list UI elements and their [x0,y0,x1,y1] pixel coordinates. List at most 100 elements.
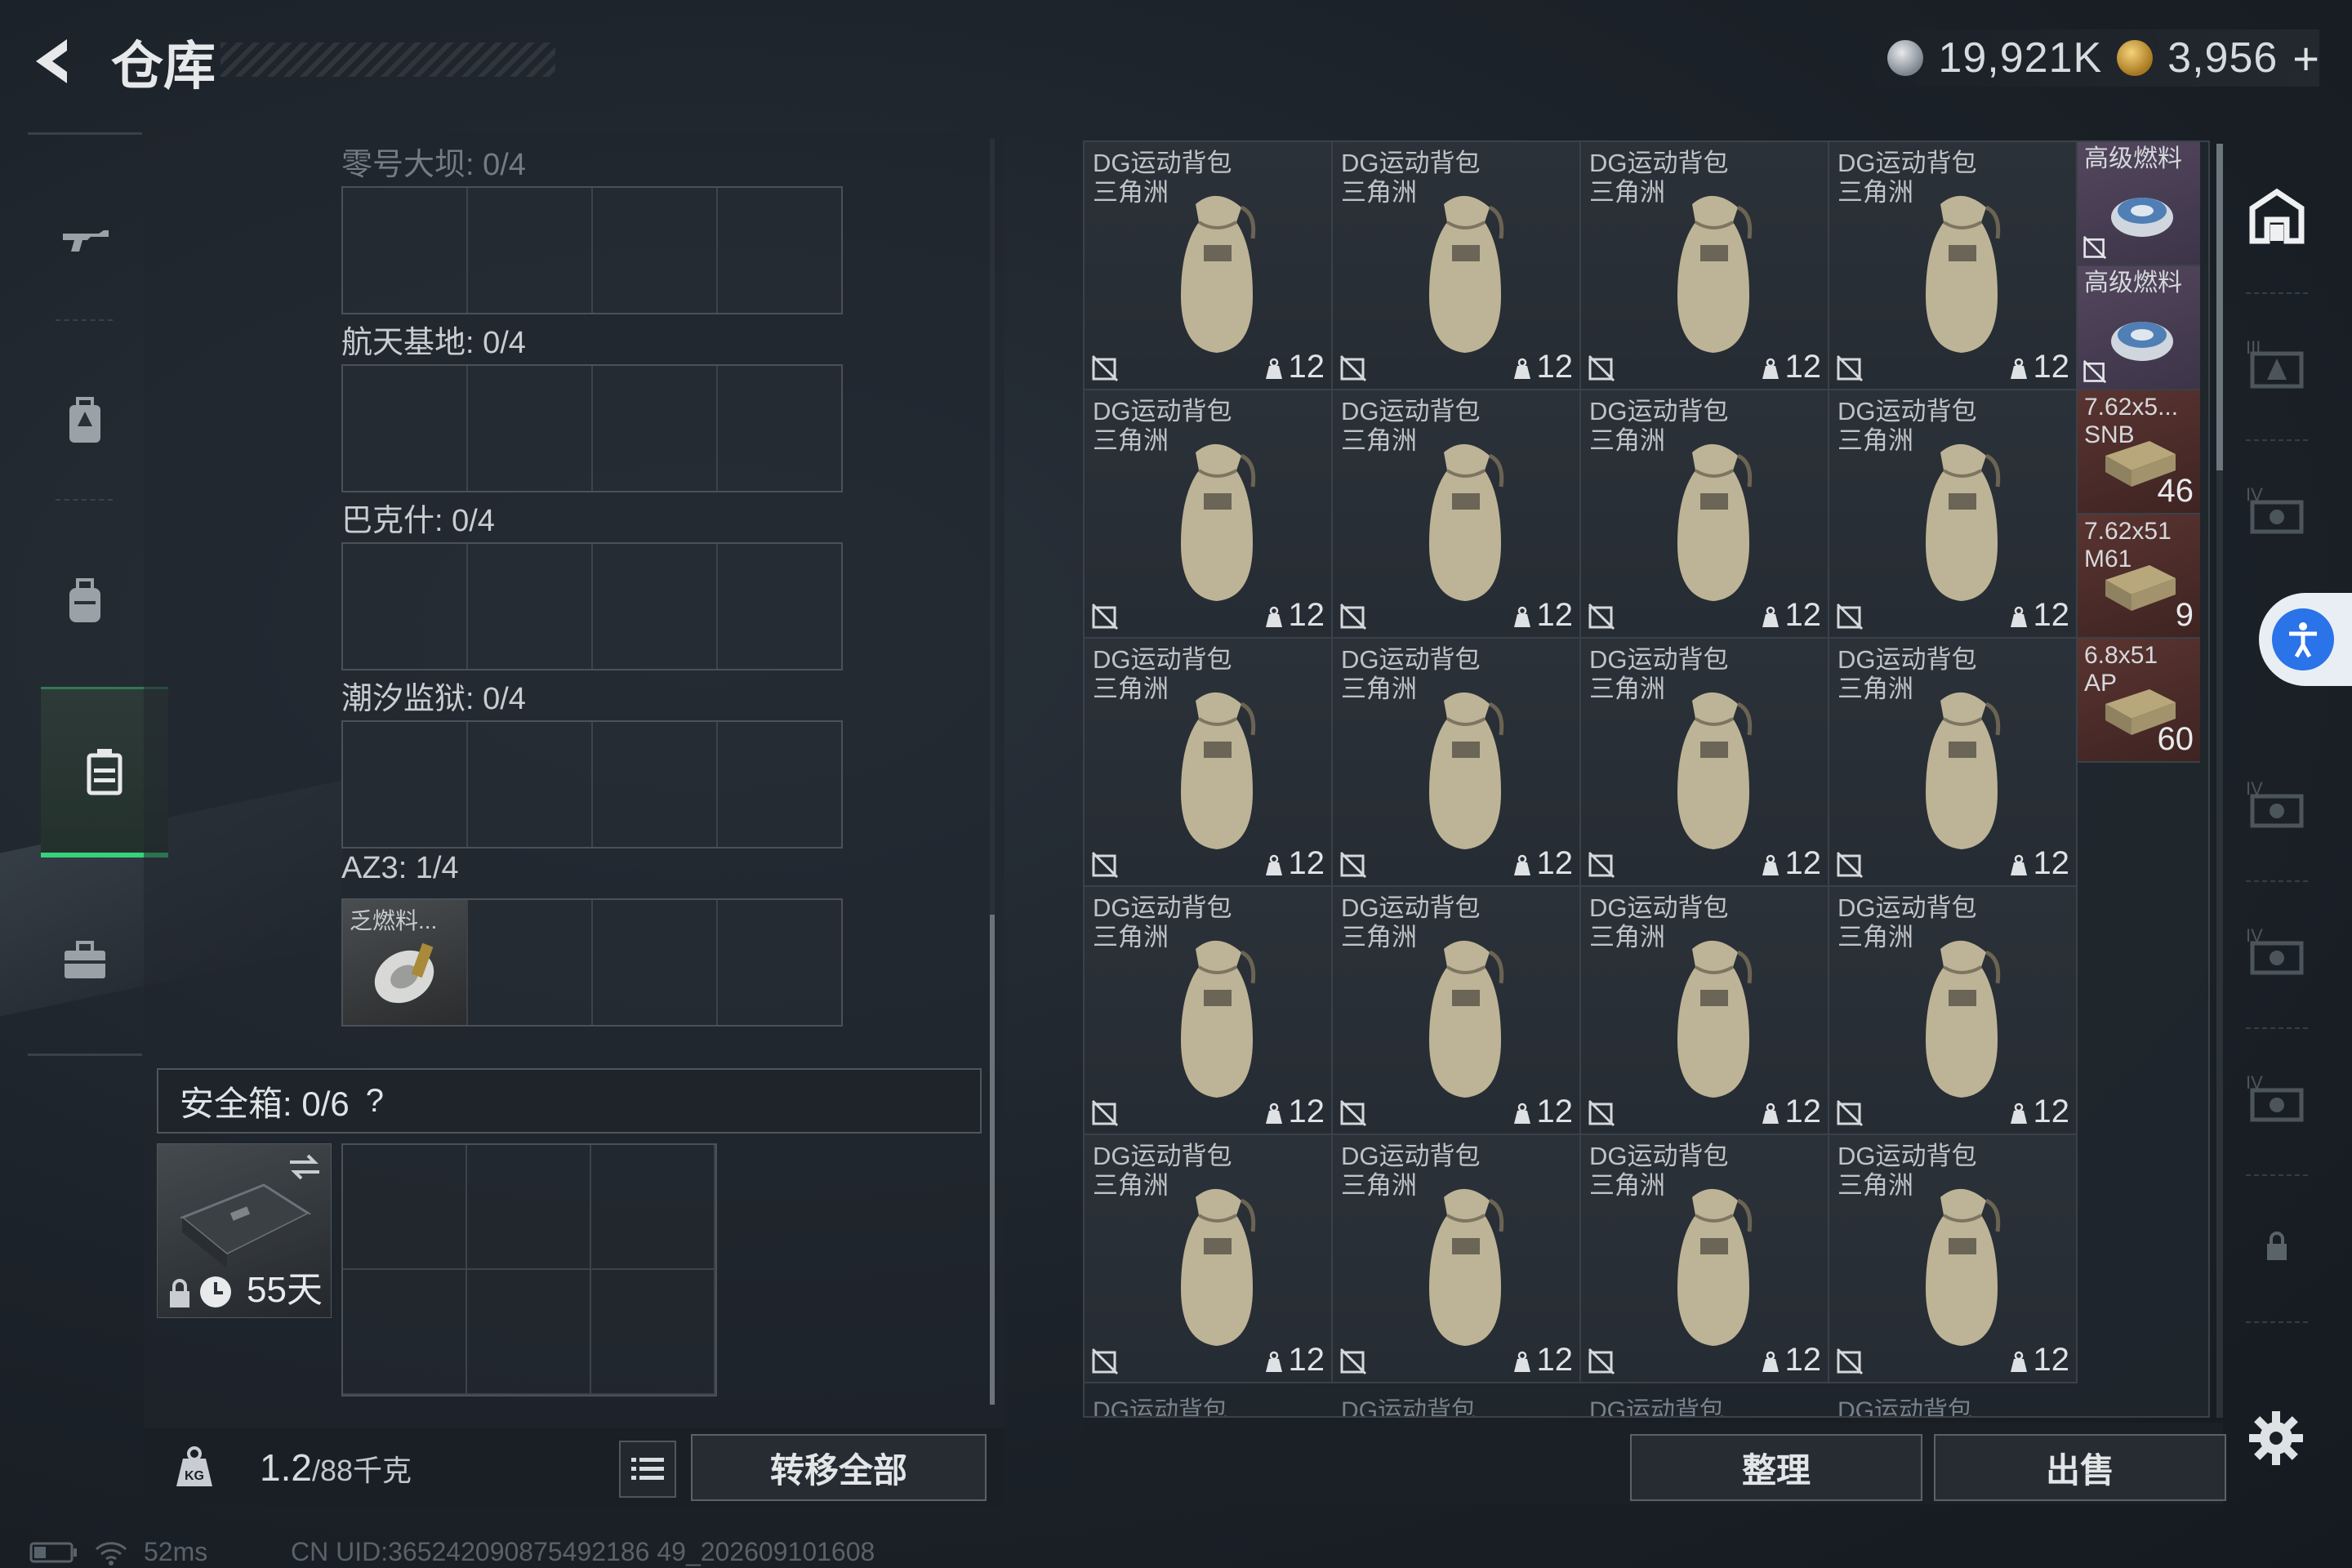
sidebar-item-armor[interactable] [28,339,142,502]
stash-item-backpack[interactable]: DG运动背包 三角洲 12 [1085,142,1333,390]
weight-small-icon [1513,854,1530,875]
key-slot[interactable] [343,188,468,313]
rail-item-stash[interactable] [2234,147,2319,286]
no-insure-icon [1588,1099,1615,1127]
stash-item-backpack[interactable]: DG运动背包 三角洲 12 [1085,1135,1333,1383]
stash-item-fuel[interactable]: 高级燃料 [2078,142,2200,266]
divider [2246,1321,2308,1323]
stash-item-backpack[interactable]: DG运动背包 三角洲 12 [1829,639,2078,887]
stash-item-backpack[interactable]: DG运动背包 三角洲 12 [1085,390,1333,639]
sort-button[interactable]: 整理 [1630,1434,1922,1501]
key-slot[interactable] [593,188,718,313]
rail-item-page-4[interactable]: IV [2234,441,2319,580]
accessibility-button[interactable] [2259,593,2352,686]
sidebar-item-briefcase[interactable] [28,878,142,1041]
key-slot[interactable] [718,188,841,313]
rail-item-page-7[interactable]: IV [2234,1029,2319,1168]
key-slot[interactable] [718,366,841,491]
stash-item-backpack[interactable]: DG运动背包 三角洲 12 [1085,639,1333,887]
sidebar-item-weapons[interactable] [28,159,142,323]
stash-item-fuel[interactable]: 高级燃料 [2078,266,2200,390]
duffel-bag-icon [1677,443,1753,601]
stash-item-ammo[interactable]: 7.62x5... SNB 46 [2078,390,2200,514]
key-slot[interactable] [593,900,718,1025]
spent-fuel-item[interactable]: 乏燃料... [343,900,468,1025]
safe-slot[interactable] [591,1270,715,1395]
stash-item-backpack[interactable]: DG运动背包 三角洲 12 [1085,887,1333,1135]
stash-item-backpack[interactable]: DG运动背包 三角洲 12 [1333,142,1581,390]
stash-item-backpack[interactable]: DG运动背包 三角洲 12 [1581,887,1829,1135]
stash-item-backpack[interactable]: DG运动背包 三角洲 12 [1581,639,1829,887]
item-name-line1: 高级燃料 [2084,145,2182,172]
gold-amount: 3,956 [2167,34,2278,82]
key-slot[interactable] [468,544,593,669]
stash-scrollbar-thumb[interactable] [2216,144,2223,470]
no-insure-icon [1588,851,1615,879]
item-count: 12 [1513,845,1573,882]
item-name-line2: 三角洲 [1838,1171,1913,1200]
safe-box-case[interactable]: 55天 [157,1143,332,1318]
left-sidebar [28,132,168,1056]
stash-home-icon [2249,188,2305,244]
key-slot[interactable] [593,544,718,669]
key-slot[interactable] [343,366,468,491]
rail-item-page-5[interactable]: IV [2234,735,2319,874]
stash-item-backpack[interactable]: DG运动背包 三角洲 12 [1333,390,1581,639]
stash-item-backpack[interactable]: DG运动背包 三角洲 12 [1333,887,1581,1135]
backpack-icon [69,578,100,622]
swap-icon[interactable] [287,1151,323,1183]
rail-item-locked[interactable] [2234,1176,2319,1315]
settings-gear-icon[interactable] [2247,1410,2305,1467]
key-slot[interactable] [718,544,841,669]
item-count-value: 12 [2033,1342,2070,1378]
scrollbar-thumb[interactable] [990,915,995,1405]
safe-slot[interactable] [591,1145,715,1270]
partial-row-item-name: DG运动背包 [1838,1397,1972,1418]
add-currency-button[interactable]: + [2292,32,2319,85]
stash-item-backpack[interactable]: DG运动背包 三角洲 12 [1829,142,2078,390]
stash-item-backpack[interactable]: DG运动背包 三角洲 12 [1829,390,2078,639]
rail-item-page-3[interactable]: III [2234,294,2319,433]
safe-slot[interactable] [467,1145,591,1270]
key-slot[interactable] [593,722,718,847]
key-slot[interactable] [718,722,841,847]
item-name-line1: 6.8x51 [2084,642,2158,669]
key-slot[interactable] [593,366,718,491]
stash-item-backpack[interactable]: DG运动背包 三角洲 12 [1581,142,1829,390]
stash-item-backpack[interactable]: DG运动背包 三角洲 12 [1829,887,2078,1135]
status-bar: 52ms [29,1537,207,1567]
key-slot[interactable] [468,188,593,313]
rail-item-page-6[interactable]: IV [2234,882,2319,1021]
duffel-bag-icon [1181,443,1256,601]
stash-item-ammo[interactable]: 6.8x51 AP 60 [2078,639,2200,763]
key-slot[interactable] [343,544,468,669]
stash-item-backpack[interactable]: DG运动背包 三角洲 12 [1829,1135,2078,1383]
key-slot[interactable] [468,900,593,1025]
safe-slot[interactable] [343,1145,467,1270]
duffel-bag-icon [1181,692,1256,849]
stash-item-backpack[interactable]: DG运动背包 三角洲 12 [1581,1135,1829,1383]
safe-slot[interactable] [467,1270,591,1395]
no-insure-icon [1588,1348,1615,1375]
stash-item-backpack[interactable]: DG运动背包 三角洲 12 [1333,639,1581,887]
key-slot[interactable] [468,366,593,491]
transfer-all-button[interactable]: 转移全部 [691,1434,987,1501]
key-slot[interactable] [468,722,593,847]
safe-slot[interactable] [343,1270,467,1395]
stash-item-backpack[interactable]: DG运动背包 三角洲 12 [1581,390,1829,639]
no-insure-icon [1836,1099,1864,1127]
help-button[interactable]: ? [366,1083,384,1120]
item-count-value: 12 [2033,1094,2070,1129]
sidebar-item-backpack[interactable] [28,519,142,682]
list-view-button[interactable] [619,1441,676,1498]
stash-item-backpack[interactable]: DG运动背包 三角洲 12 [1333,1135,1581,1383]
key-slot[interactable] [343,722,468,847]
item-count-value: 12 [1288,349,1325,385]
item-name-line1: DG运动背包 [1838,1142,1977,1170]
stash-item-ammo[interactable]: 7.62x51 M61 9 [2078,514,2200,639]
item-name-line1: DG运动背包 [1341,397,1481,425]
item-count: 12 [1513,1342,1573,1379]
back-arrow-icon[interactable] [28,33,85,90]
sell-button[interactable]: 出售 [1934,1434,2226,1501]
key-slot[interactable] [718,900,841,1025]
